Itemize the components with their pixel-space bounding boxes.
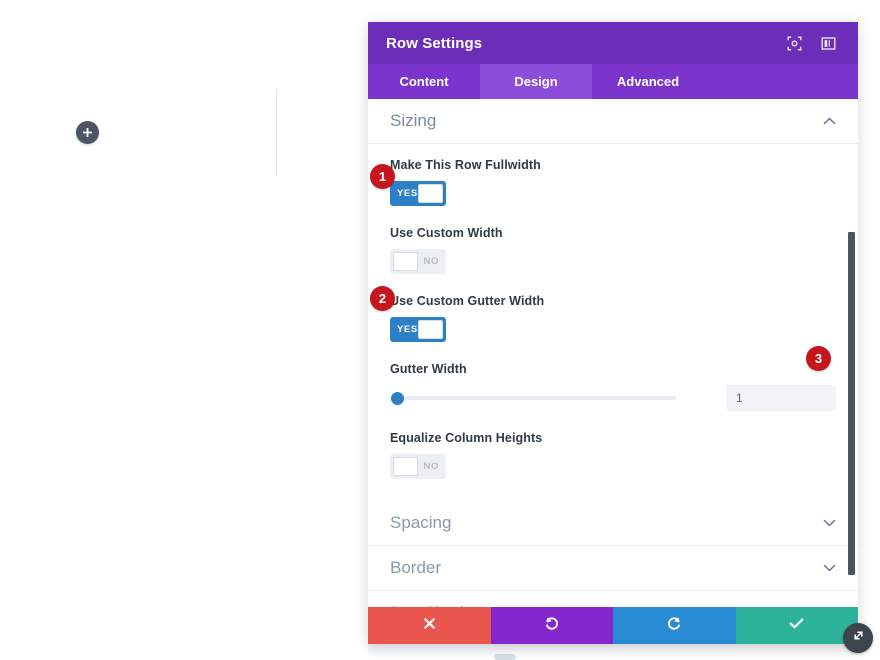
step-badge-3: 3 (806, 346, 831, 371)
modal-resize-handle[interactable] (843, 623, 873, 653)
chevron-down-icon (822, 606, 836, 607)
redo-button[interactable] (613, 607, 736, 644)
toggle-fullwidth[interactable]: YES (390, 181, 446, 206)
column-divider (276, 90, 277, 176)
x-icon (422, 616, 437, 636)
toggle-row-custom-width: NO (390, 249, 836, 274)
toggle-knob (418, 184, 443, 203)
resize-diagonal-icon (851, 628, 866, 648)
slider-handle[interactable] (391, 392, 404, 405)
undo-icon (543, 615, 560, 637)
section-header-box-shadow[interactable]: Box Shadow (368, 591, 858, 607)
chevron-up-icon (822, 114, 836, 128)
field-use-custom-width: Use Custom Width NO (390, 226, 836, 274)
section-header-spacing[interactable]: Spacing (368, 501, 858, 546)
save-button[interactable] (736, 607, 859, 644)
chevron-down-icon (822, 561, 836, 575)
section-header-sizing[interactable]: Sizing (368, 99, 858, 144)
toggle-equalize[interactable]: NO (390, 454, 446, 479)
check-icon (788, 615, 805, 637)
field-label-equalize: Equalize Column Heights (390, 431, 836, 445)
toggle-custom-gutter[interactable]: YES (390, 317, 446, 342)
header-icon-group (786, 35, 836, 51)
gutter-width-slider[interactable] (390, 388, 676, 408)
toggle-knob (418, 320, 443, 339)
tab-advanced[interactable]: Advanced (592, 64, 704, 99)
toggle-fullwidth-state: YES (397, 188, 418, 199)
toggle-row-custom-gutter: YES (390, 317, 836, 342)
focus-icon[interactable] (786, 35, 802, 51)
field-use-custom-gutter-width: Use Custom Gutter Width YES (390, 294, 836, 342)
field-make-row-fullwidth: Make This Row Fullwidth YES (390, 158, 836, 206)
editor-canvas (0, 0, 368, 660)
slider-row-gutter-width: 1 (390, 385, 836, 411)
plus-icon (82, 127, 93, 138)
tab-design[interactable]: Design (480, 64, 592, 99)
step-badge-2: 2 (370, 286, 395, 311)
section-content-sizing: Make This Row Fullwidth YES Use Custom W… (368, 144, 858, 501)
toggle-row-fullwidth: YES (390, 181, 836, 206)
field-label-gutter-width: Gutter Width (390, 362, 836, 376)
toggle-custom-gutter-state: YES (397, 324, 418, 335)
field-label-fullwidth: Make This Row Fullwidth (390, 158, 836, 172)
section-title-border: Border (390, 558, 822, 578)
toggle-equalize-state: NO (424, 461, 439, 472)
redo-icon (666, 615, 683, 637)
field-equalize-column-heights: Equalize Column Heights NO (390, 431, 836, 479)
toggle-custom-width-state: NO (424, 256, 439, 267)
field-label-custom-width: Use Custom Width (390, 226, 836, 240)
row-settings-modal: Row Settings (368, 22, 858, 644)
add-module-button[interactable] (76, 121, 99, 144)
layout-columns-icon[interactable] (820, 35, 836, 51)
modal-title: Row Settings (386, 35, 786, 52)
section-title-spacing: Spacing (390, 513, 822, 533)
collapsed-sections: Spacing Border Box (368, 501, 858, 607)
toggle-knob (393, 252, 418, 271)
vertical-scrollbar[interactable] (848, 232, 855, 575)
modal-drop-shadow (368, 644, 858, 658)
modal-bottom-nub (494, 654, 516, 660)
modal-header: Row Settings (368, 22, 858, 64)
field-label-custom-gutter: Use Custom Gutter Width (390, 294, 836, 308)
modal-tab-bar: Content Design Advanced (368, 64, 858, 99)
section-title-sizing: Sizing (390, 111, 822, 131)
modal-body: Sizing Make This Row Fullwidth YES (368, 99, 858, 607)
toggle-row-equalize: NO (390, 454, 836, 479)
section-title-box-shadow: Box Shadow (390, 603, 822, 607)
toggle-knob (393, 457, 418, 476)
close-button[interactable] (368, 607, 491, 644)
tab-content[interactable]: Content (368, 64, 480, 99)
modal-footer (368, 607, 858, 644)
gutter-width-input[interactable]: 1 (726, 385, 836, 411)
section-header-border[interactable]: Border (368, 546, 858, 591)
chevron-down-icon (822, 516, 836, 530)
field-gutter-width: Gutter Width 1 (390, 362, 836, 411)
screen-root: Row Settings (0, 0, 880, 660)
step-badge-1: 1 (370, 164, 395, 189)
undo-button[interactable] (491, 607, 614, 644)
toggle-custom-width[interactable]: NO (390, 249, 446, 274)
slider-track (390, 396, 676, 400)
